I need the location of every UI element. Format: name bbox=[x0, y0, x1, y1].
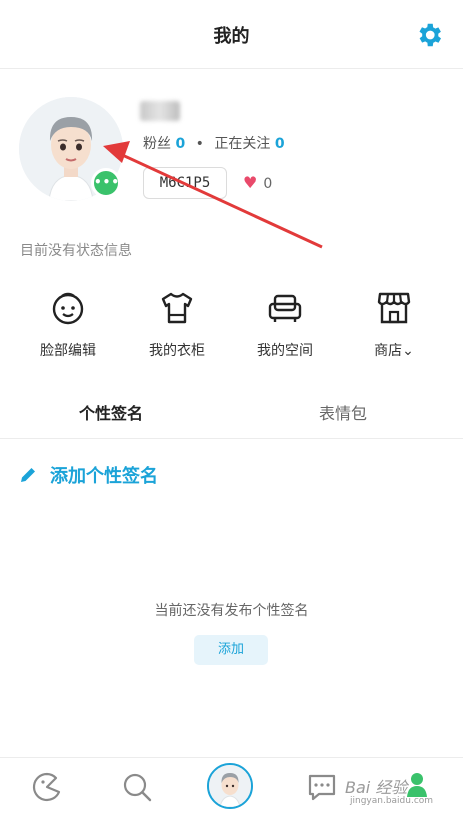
tabs-divider bbox=[0, 438, 463, 439]
follow-stats[interactable]: 粉丝 0 • 正在关注 0 bbox=[143, 133, 285, 153]
tab-stickers[interactable]: 表情包 bbox=[319, 400, 367, 424]
following-label: 正在关注 bbox=[214, 136, 271, 152]
empty-state-text: 当前还没有发布个性签名 bbox=[154, 603, 309, 619]
pencil-icon bbox=[21, 468, 35, 482]
following-count: 0 bbox=[274, 136, 285, 152]
shirt-icon bbox=[161, 292, 193, 324]
shortcut-label: 我的衣柜 bbox=[149, 343, 205, 359]
shortcut-label: 脸部编辑 bbox=[40, 343, 96, 359]
fans-label: 粉丝 bbox=[143, 136, 171, 152]
shortcut-my-space[interactable]: 我的空间 bbox=[240, 290, 330, 360]
shortcut-face-edit[interactable]: 脸部编辑 bbox=[23, 290, 113, 360]
shortcut-label: 商店⌄ bbox=[349, 340, 439, 360]
shortcut-wardrobe[interactable]: 我的衣柜 bbox=[132, 290, 222, 360]
id-code-pill[interactable]: M6C1P5 bbox=[143, 167, 227, 199]
watermark-url: jingyan.baidu.com bbox=[350, 796, 434, 806]
add-signature-link[interactable]: 添加个性签名 bbox=[18, 462, 158, 488]
chat-icon[interactable] bbox=[305, 770, 339, 804]
status-message: 目前没有状态信息 bbox=[20, 243, 132, 259]
add-button[interactable]: 添加 bbox=[194, 635, 268, 665]
username-blurred bbox=[140, 101, 180, 121]
chevron-down-icon: ⌄ bbox=[402, 343, 414, 359]
more-options-badge[interactable]: ••• bbox=[91, 168, 121, 198]
page-title: 我的 bbox=[213, 26, 250, 47]
watermark-text: Bai 经验 bbox=[345, 778, 408, 797]
fans-count: 0 bbox=[175, 136, 186, 152]
sofa-icon bbox=[268, 294, 302, 322]
search-icon[interactable] bbox=[120, 770, 154, 804]
stats-separator: • bbox=[195, 136, 204, 152]
likes-count: 0 bbox=[263, 176, 273, 192]
store-label: 商店 bbox=[374, 343, 403, 359]
shortcut-store[interactable]: 商店⌄ bbox=[349, 290, 439, 360]
avatar-icon[interactable] bbox=[207, 763, 253, 809]
home-icon[interactable] bbox=[30, 770, 64, 804]
face-icon bbox=[52, 292, 84, 325]
likes-counter[interactable]: ♥ 0 bbox=[243, 173, 272, 192]
gear-icon[interactable] bbox=[414, 20, 444, 50]
add-signature-label: 添加个性签名 bbox=[50, 466, 158, 487]
shortcut-label: 我的空间 bbox=[257, 343, 313, 359]
nav-avatar-illustration bbox=[209, 765, 251, 807]
heart-icon: ♥ bbox=[243, 173, 258, 192]
friends-icon[interactable] bbox=[405, 771, 429, 797]
store-icon bbox=[377, 292, 411, 324]
tab-signature[interactable]: 个性签名 bbox=[79, 400, 143, 424]
